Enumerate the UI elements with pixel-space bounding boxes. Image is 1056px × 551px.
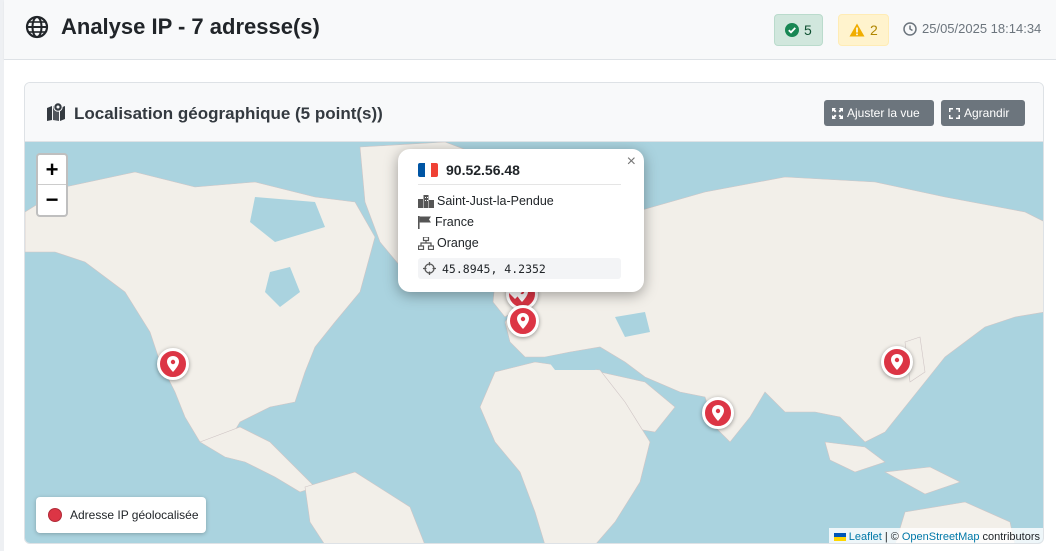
location-pin-icon [712,405,724,421]
popup-isp-row: Orange [418,236,479,250]
location-pin-icon [167,356,179,372]
map-location-icon [47,102,65,121]
city-icon [418,194,434,208]
france-flag-icon [418,163,438,177]
fit-view-label: Ajuster la vue [847,106,920,120]
clock-icon [903,21,917,36]
attribution-contributors: contributors [982,530,1040,543]
legend-label: Adresse IP géolocalisée [70,508,199,522]
popup-divider [418,184,621,185]
expand-button[interactable]: Agrandir [941,100,1025,126]
map-view[interactable]: + − × 90.52.56.48 Saint-Just-la-Pendue F… [25,142,1043,543]
popup-header: 90.52.56.48 [418,162,520,178]
card-title: Localisation géographique (5 point(s)) [74,104,383,123]
page-title: Analyse IP - 7 adresse(s) [61,14,320,39]
ip-popup: × 90.52.56.48 Saint-Just-la-Pendue Franc… [398,149,644,292]
popup-ip: 90.52.56.48 [446,162,520,178]
osm-link[interactable]: OpenStreetMap [902,531,980,543]
success-badge: 5 [774,14,823,46]
popup-country-row: France [418,215,474,229]
page-header: Analyse IP - 7 adresse(s) 5 2 25/05/2025… [4,0,1056,60]
warning-icon [849,23,865,37]
popup-country: France [435,215,474,229]
popup-city: Saint-Just-la-Pendue [437,194,554,208]
fit-view-button[interactable]: Ajuster la vue [824,100,934,126]
check-circle-icon [785,23,799,37]
expand-arrows-icon [832,107,843,119]
map-marker-usa[interactable] [157,348,189,380]
location-pin-icon [891,354,903,370]
timestamp-text: 25/05/2025 18:14:34 [922,21,1042,36]
globe-icon [25,15,49,39]
zoom-in-button[interactable]: + [38,155,66,185]
map-marker-japan[interactable] [881,346,913,378]
timestamp: 25/05/2025 18:14:34 [903,21,1041,36]
warning-count: 2 [870,22,878,38]
network-icon [418,236,434,250]
leaflet-link[interactable]: Leaflet [849,531,882,543]
map-marker-india[interactable] [702,397,734,429]
ukraine-flag-icon [833,532,846,541]
popup-isp: Orange [437,236,479,250]
map-attribution: Leaflet | © OpenStreetMap contributors [828,528,1043,543]
expand-label: Agrandir [964,106,1010,120]
map-legend: Adresse IP géolocalisée [36,497,206,533]
content-panel: Localisation géographique (5 point(s)) A… [4,60,1056,551]
attribution-separator: | © [884,530,899,543]
zoom-out-button[interactable]: − [38,185,66,215]
popup-city-row: Saint-Just-la-Pendue [418,194,554,208]
card-header: Localisation géographique (5 point(s)) A… [25,83,1043,142]
warning-badge: 2 [838,14,889,46]
location-pin-icon [517,313,529,329]
popup-close-button[interactable]: × [627,153,636,171]
map-marker-france[interactable] [507,305,539,337]
popup-coordinates: 45.8945, 4.2352 [418,258,621,279]
legend-marker-icon [48,508,62,522]
zoom-control: + − [36,153,68,217]
fullscreen-icon [949,107,960,119]
crosshair-icon [423,262,436,275]
popup-coords-text: 45.8945, 4.2352 [442,261,546,276]
success-count: 5 [804,22,812,38]
flag-icon [418,215,431,229]
map-card: Localisation géographique (5 point(s)) A… [24,82,1044,544]
